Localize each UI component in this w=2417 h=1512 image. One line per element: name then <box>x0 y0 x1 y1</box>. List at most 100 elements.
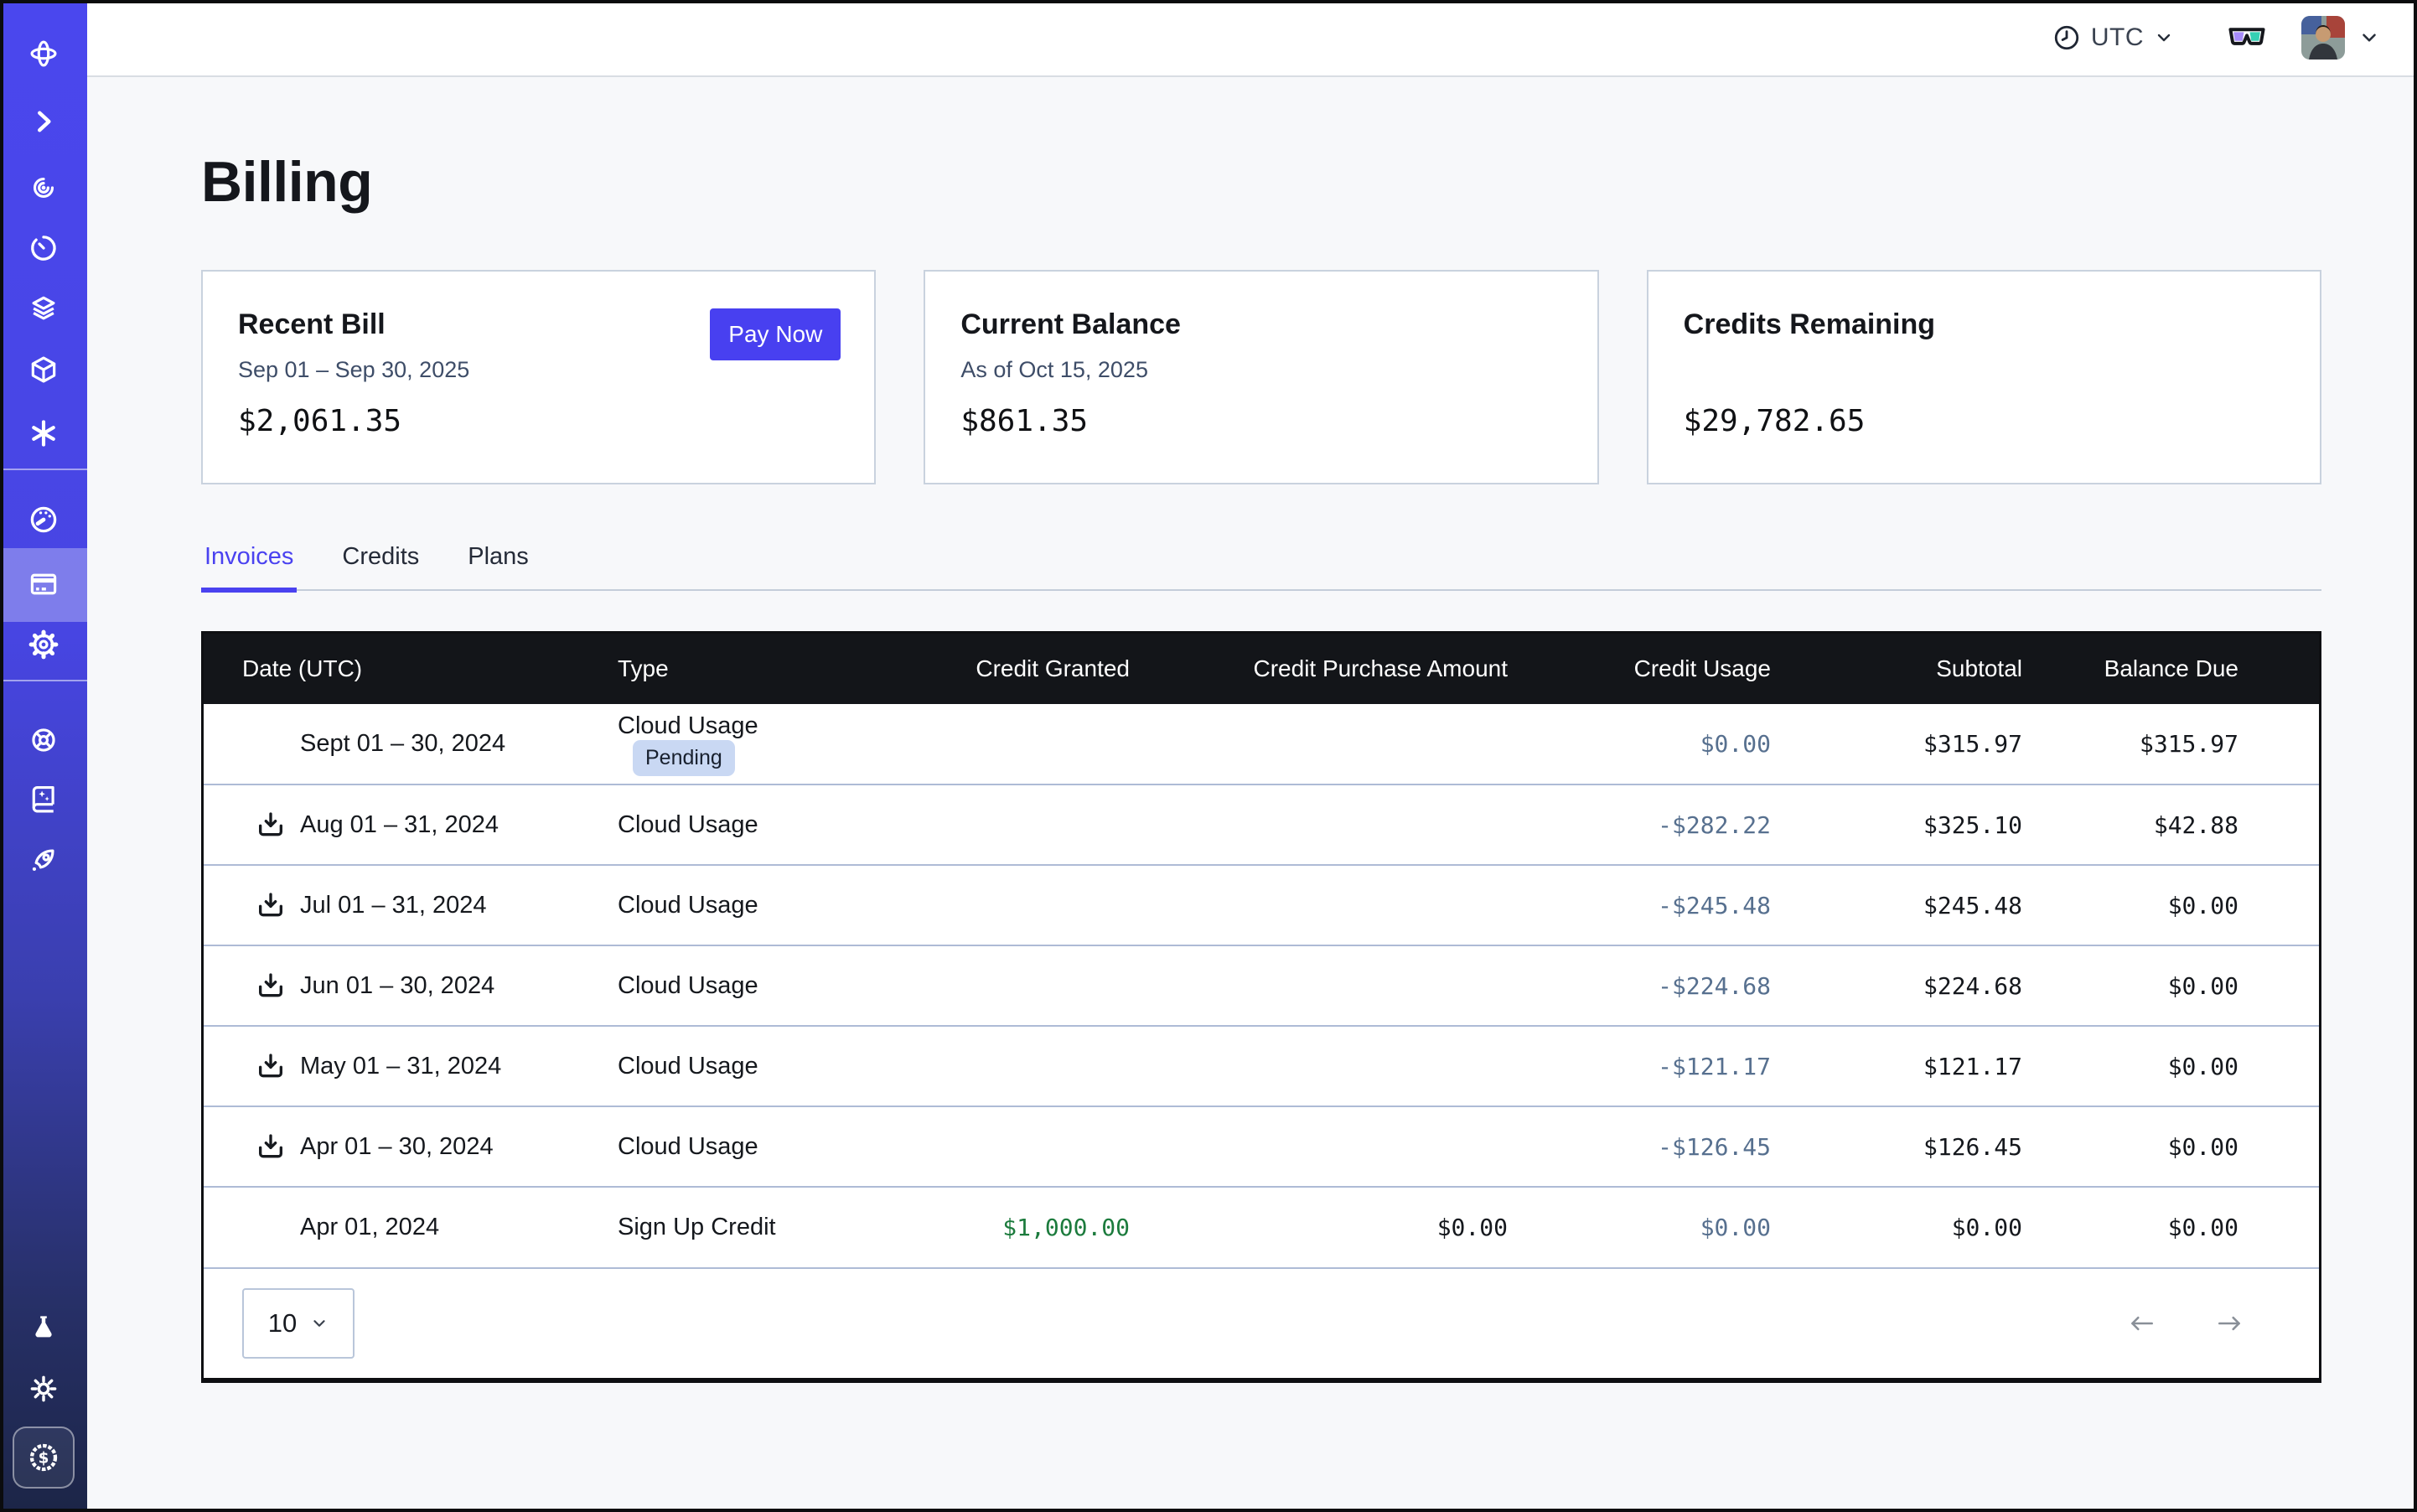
sidebar-divider <box>0 469 87 470</box>
tab-plans[interactable]: Plans <box>464 543 532 589</box>
subtotal: $245.48 <box>1771 865 2022 945</box>
balance-due: $0.00 <box>2022 1026 2319 1106</box>
sidebar-item-support[interactable] <box>28 724 60 756</box>
balance-due: $315.97 <box>2022 704 2319 784</box>
chevron-down-icon <box>2358 27 2380 49</box>
avatar-photo <box>2301 16 2345 60</box>
table-footer: 10 <box>204 1267 2319 1378</box>
credits-remaining-amount: $29,782.65 <box>1684 404 1866 438</box>
balance-as-of-date: As of Oct 15, 2025 <box>960 357 1148 383</box>
page-size-select[interactable]: 10 <box>242 1288 355 1359</box>
chevron-right-icon <box>28 106 60 137</box>
invoice-date: Jun 01 – 30, 2024 <box>300 972 494 1000</box>
billing-tabs: Invoices Credits Plans <box>201 543 2321 591</box>
credit-usage: -$245.48 <box>1508 865 1771 945</box>
sidebar-item-namespaces[interactable] <box>28 172 60 204</box>
invoice-date: Aug 01 – 31, 2024 <box>300 811 499 839</box>
avatar[interactable] <box>2301 16 2345 60</box>
sidebar-item-batch[interactable] <box>28 417 60 449</box>
table-row: May 01 – 31, 2024 Cloud Usage -$121.17 $… <box>204 1026 2319 1106</box>
card-title: Credits Remaining <box>1684 308 1935 341</box>
download-invoice-button[interactable] <box>254 808 287 841</box>
recent-bill-amount: $2,061.35 <box>238 404 401 438</box>
invoice-type: Sign Up Credit <box>618 1214 776 1240</box>
table-row: Jul 01 – 31, 2024 Cloud Usage -$245.48 $… <box>204 865 2319 945</box>
timezone-selector[interactable]: UTC <box>2052 23 2174 52</box>
chevron-down-icon <box>2154 28 2174 48</box>
next-page-button[interactable] <box>2215 1313 2245 1334</box>
timezone-label: UTC <box>2091 23 2144 52</box>
credit-granted <box>852 784 1130 865</box>
download-slot <box>254 1211 287 1245</box>
balance-due: $0.00 <box>2022 865 2319 945</box>
col-credit-purchase: Credit Purchase Amount <box>1130 634 1508 704</box>
download-slot <box>254 728 287 761</box>
layers-icon <box>28 293 60 324</box>
subtotal: $325.10 <box>1771 784 2022 865</box>
topbar: UTC <box>87 0 2417 77</box>
table-header-row: Date (UTC) Type Credit Granted Credit Pu… <box>204 634 2319 704</box>
col-credit-granted: Credit Granted <box>852 634 1130 704</box>
invoice-type: Cloud Usage <box>618 712 758 739</box>
download-invoice-button[interactable] <box>254 1130 287 1163</box>
gauge-icon <box>28 504 60 536</box>
download-invoice-button[interactable] <box>254 1049 287 1083</box>
status-badge: Pending <box>633 740 735 776</box>
page-title: Billing <box>201 149 2321 215</box>
prev-page-button[interactable] <box>2126 1313 2156 1334</box>
pay-now-button[interactable]: Pay Now <box>710 308 841 360</box>
credit-purchase-amount <box>1130 704 1508 784</box>
credit-usage: -$224.68 <box>1508 945 1771 1026</box>
subtotal: $315.97 <box>1771 704 2022 784</box>
balance-due: $0.00 <box>2022 945 2319 1026</box>
download-invoice-button[interactable] <box>254 888 287 922</box>
current-balance-card: Current Balance As of Oct 15, 2025 $861.… <box>924 270 1598 484</box>
sidebar-item-workflows[interactable] <box>28 106 60 137</box>
sidebar-item-schedules[interactable] <box>28 232 60 264</box>
sun-icon <box>28 1373 60 1405</box>
card-title: Current Balance <box>960 308 1181 341</box>
sidebar-item-logo[interactable] <box>28 38 60 70</box>
download-invoice-button[interactable] <box>254 969 287 1002</box>
svg-text:$: $ <box>39 1449 49 1467</box>
credit-purchase-amount <box>1130 1106 1508 1187</box>
credit-granted <box>852 1026 1130 1106</box>
balance-due: $0.00 <box>2022 1106 2319 1187</box>
download-icon <box>254 1049 287 1083</box>
sidebar-item-labs[interactable] <box>28 1312 60 1344</box>
page-size-value: 10 <box>268 1308 297 1339</box>
labs-glasses-button[interactable] <box>2226 17 2268 59</box>
sidebar-item-billing[interactable] <box>28 568 60 600</box>
balance-due: $42.88 <box>2022 784 2319 865</box>
invoice-type: Cloud Usage <box>618 1133 758 1160</box>
chevron-down-icon <box>310 1314 329 1333</box>
tab-invoices[interactable]: Invoices <box>201 543 297 589</box>
table-row: Sept 01 – 30, 2024 Cloud UsagePending $0… <box>204 704 2319 784</box>
credit-purchase-amount <box>1130 1026 1508 1106</box>
credit-granted <box>852 865 1130 945</box>
invoice-date: Apr 01, 2024 <box>300 1214 439 1241</box>
credit-granted <box>852 945 1130 1026</box>
current-balance-amount: $861.35 <box>960 404 1088 438</box>
sidebar-item-nexus[interactable] <box>28 354 60 386</box>
arrow-left-icon <box>2126 1313 2156 1334</box>
table-row: Jun 01 – 30, 2024 Cloud Usage -$224.68 $… <box>204 945 2319 1026</box>
col-subtotal: Subtotal <box>1771 634 2022 704</box>
credit-usage: -$282.22 <box>1508 784 1771 865</box>
credit-card-icon <box>28 568 60 600</box>
user-menu-toggle[interactable] <box>2358 27 2380 49</box>
sidebar-item-usage[interactable] <box>28 504 60 536</box>
orbit-logo-icon <box>28 38 60 70</box>
tab-credits[interactable]: Credits <box>339 543 422 589</box>
sidebar-item-getting-started[interactable] <box>28 844 60 876</box>
invoices-table: Date (UTC) Type Credit Granted Credit Pu… <box>201 631 2321 1383</box>
pagination-controls <box>2126 1313 2245 1334</box>
sidebar-item-docs[interactable] <box>28 783 60 815</box>
sidebar-item-pricing[interactable]: $ <box>13 1427 75 1489</box>
sidebar-item-settings[interactable] <box>28 629 60 660</box>
sidebar-item-deployments[interactable] <box>28 293 60 324</box>
credit-granted <box>852 1106 1130 1187</box>
sidebar-item-theme[interactable] <box>28 1373 60 1405</box>
cube-icon <box>28 354 60 386</box>
credit-purchase-amount: $0.00 <box>1130 1187 1508 1267</box>
